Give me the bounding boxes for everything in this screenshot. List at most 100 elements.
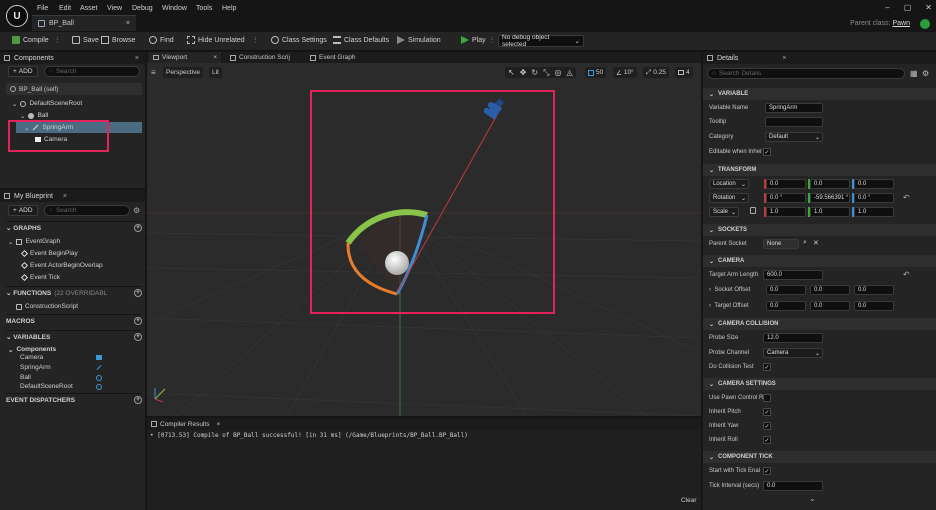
tree-item-event-begin-play[interactable]: Event BeginPlay [20, 248, 78, 259]
unreal-logo-icon[interactable]: U [6, 5, 28, 27]
components-search-input[interactable]: ○ Search [44, 66, 140, 77]
hide-unrelated-options-icon[interactable]: ⋮ [252, 36, 259, 44]
rotation-x-input[interactable]: 0.0 ° [766, 193, 806, 203]
rotation-y-input[interactable]: -59.566391 ° [810, 193, 850, 203]
location-z-input[interactable]: 0.0 [854, 179, 894, 189]
scale-z-input[interactable]: 1.0 [854, 207, 894, 217]
select-icon[interactable]: ↖ [508, 68, 515, 77]
perspective-button[interactable]: Perspective [163, 67, 203, 78]
reset-arm-length-icon[interactable]: ↶ [903, 270, 910, 279]
socket-offset-y-input[interactable]: 0.0 [810, 285, 850, 295]
translate-icon[interactable]: ✥ [520, 68, 527, 77]
gear-icon[interactable]: ⚙ [922, 69, 929, 78]
close-icon[interactable]: × [213, 54, 217, 61]
find-button[interactable]: Find [149, 36, 174, 44]
rotation-snap-button[interactable]: ∠ 10° [613, 67, 637, 78]
add-macro-icon[interactable]: + [134, 317, 142, 325]
components-tab[interactable]: Components × [0, 52, 145, 64]
section-camera-settings[interactable]: ⌄ CAMERA SETTINGS [703, 378, 936, 390]
details-tab[interactable]: Details × [703, 52, 936, 64]
tooltip-input[interactable] [765, 117, 823, 127]
compiler-results-tab[interactable]: Compiler Results × [147, 418, 701, 430]
close-icon[interactable]: × [126, 20, 130, 27]
category-select[interactable]: Default ⌄ [765, 132, 823, 142]
section-camera-collision[interactable]: ⌄ CAMERA COLLISION [703, 318, 936, 330]
clear-icon[interactable]: ✕ [813, 239, 819, 247]
tree-item-construction-script[interactable]: ConstructionScript [16, 301, 78, 312]
close-icon[interactable]: × [63, 193, 67, 200]
scale-x-input[interactable]: 1.0 [766, 207, 806, 217]
socket-offset-x-input[interactable]: 0.0 [766, 285, 806, 295]
my-blueprint-tab[interactable]: My Blueprint × [0, 190, 145, 202]
section-event-dispatchers[interactable]: EVENT DISPATCHERS + [6, 393, 142, 406]
add-event-dispatcher-icon[interactable]: + [134, 396, 142, 404]
menu-view[interactable]: View [107, 5, 122, 12]
add-function-icon[interactable]: + [134, 289, 142, 297]
components-add-button[interactable]: + ADD [8, 66, 38, 77]
section-variables[interactable]: ⌄ VARIABLES + [6, 330, 142, 343]
blueprint-search-input[interactable]: ○ Search [44, 205, 130, 216]
compile-button[interactable]: Compile ⋮ [12, 36, 61, 44]
inherit-yaw-checkbox[interactable]: ✓ [763, 422, 771, 430]
section-sockets[interactable]: ⌄ SOCKETS [703, 224, 936, 236]
scale-snap-button[interactable]: ⤢ 0.25 [643, 67, 669, 78]
grid-snap-button[interactable]: 50 [585, 67, 607, 78]
use-pawn-control-rotation-checkbox[interactable] [763, 394, 771, 402]
inherit-roll-checkbox[interactable]: ✓ [763, 436, 771, 444]
tree-item-event-actor-begin-overlap[interactable]: Event ActorBeginOverlap [20, 260, 103, 271]
section-variable[interactable]: ⌄ VARIABLE [703, 88, 936, 100]
editable-when-inherited-checkbox[interactable]: ✓ [763, 148, 771, 156]
rotation-z-input[interactable]: 0.0 ° [854, 193, 894, 203]
section-functions[interactable]: ⌄ FUNCTIONS (22 OVERRIDABL + [6, 286, 142, 299]
rotate-icon[interactable]: ↻ [531, 68, 538, 77]
search-icon[interactable]: ⌕ [803, 239, 807, 247]
target-arm-length-input[interactable]: 600.0 [763, 270, 823, 280]
details-search-input[interactable]: ○ Search Details [707, 68, 905, 79]
play-button[interactable]: Play ⋮ [461, 36, 496, 44]
parent-class-link[interactable]: Pawn [892, 20, 910, 27]
probe-size-input[interactable]: 12.0 [763, 333, 823, 343]
blueprint-add-button[interactable]: + ADD [8, 205, 38, 216]
table-view-icon[interactable]: ▦ [910, 69, 918, 78]
target-offset-y-input[interactable]: 0.0 [810, 301, 850, 311]
rotation-mode-select[interactable]: Rotation ⌄ [709, 193, 749, 203]
class-defaults-button[interactable]: Class Defaults [333, 36, 389, 44]
hide-unrelated-button[interactable]: Hide Unrelated ⋮ [187, 36, 259, 44]
browse-button[interactable]: Browse [101, 36, 135, 44]
save-button[interactable]: Save [72, 36, 99, 44]
camera-speed-button[interactable]: 4 [675, 67, 693, 78]
menu-file[interactable]: File [37, 5, 48, 12]
tab-viewport[interactable]: Viewport × [149, 52, 221, 63]
scale-icon[interactable]: ⤡ [543, 68, 549, 78]
menu-tools[interactable]: Tools [196, 5, 212, 12]
parent-socket-field[interactable]: None [763, 239, 799, 249]
clear-button[interactable]: Clear [681, 497, 697, 504]
location-y-input[interactable]: 0.0 [810, 179, 850, 189]
minimize-icon[interactable]: – [885, 3, 889, 12]
tab-event-graph[interactable]: Event Graph [306, 52, 386, 63]
scale-mode-select[interactable]: Scale ⌄ [709, 207, 739, 217]
tree-item-event-graph[interactable]: ⌄ EventGraph [8, 236, 60, 247]
close-icon[interactable]: × [217, 421, 221, 428]
tree-item-event-tick[interactable]: Event Tick [20, 272, 60, 283]
socket-offset-z-input[interactable]: 0.0 [854, 285, 894, 295]
close-icon[interactable]: × [782, 55, 786, 62]
tab-construction-script[interactable]: Construction Scrij [226, 52, 302, 63]
target-offset-row[interactable]: › Target Offset [709, 303, 749, 309]
section-graphs[interactable]: ⌄ GRAPHS + [6, 221, 142, 234]
lit-button[interactable]: Lit [209, 67, 222, 78]
component-self[interactable]: BP_Ball (self) [6, 83, 142, 95]
tree-item-default-scene-root[interactable]: ⌄ DefaultSceneRoot [12, 98, 82, 109]
source-control-icon[interactable] [920, 19, 930, 29]
do-collision-test-checkbox[interactable]: ✓ [763, 363, 771, 371]
section-transform[interactable]: ⌄ TRANSFORM [703, 164, 936, 176]
simulation-button[interactable]: Simulation [397, 36, 441, 44]
socket-offset-row[interactable]: › Socket Offset [709, 287, 750, 293]
section-camera[interactable]: ⌄ CAMERA [703, 255, 936, 267]
tick-interval-input[interactable]: 0.0 [763, 481, 823, 491]
probe-channel-select[interactable]: Camera ⌄ [763, 348, 823, 358]
menu-window[interactable]: Window [162, 5, 187, 12]
play-options-icon[interactable]: ⋮ [489, 36, 496, 44]
lock-icon[interactable] [750, 207, 756, 214]
target-offset-x-input[interactable]: 0.0 [766, 301, 806, 311]
